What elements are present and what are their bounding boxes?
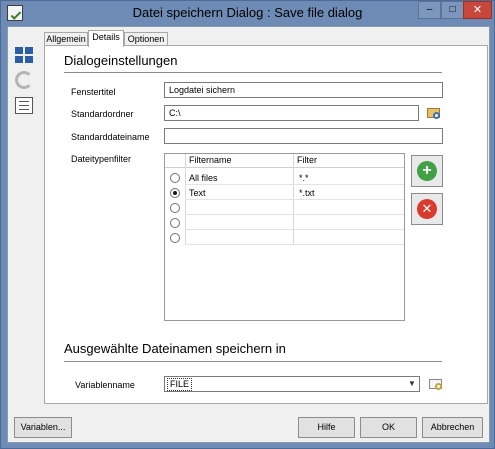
tab-optionen[interactable]: Optionen	[124, 32, 168, 46]
window-title-field[interactable]: Logdatei sichern	[164, 82, 443, 98]
filter-pattern-cell[interactable]: *.*	[299, 173, 309, 183]
cancel-button[interactable]: Abbrechen	[422, 417, 483, 438]
variable-name-dropdown[interactable]: FILE ▼	[164, 376, 420, 392]
maximize-button[interactable]: □	[441, 1, 464, 19]
default-folder-field[interactable]: C:\	[164, 105, 419, 121]
ok-button[interactable]: OK	[360, 417, 417, 438]
title-bar[interactable]: Datei speichern Dialog : Save file dialo…	[1, 1, 494, 25]
dashboard-grid-icon[interactable]	[15, 47, 33, 65]
delete-filter-button[interactable]: ✕	[411, 193, 443, 225]
filetype-filter-label: Dateitypenfilter	[71, 154, 132, 164]
row-divider	[185, 229, 404, 230]
row-divider	[185, 184, 404, 185]
variables-button[interactable]: Variablen...	[14, 417, 72, 438]
column-header-filter[interactable]: Filter	[297, 155, 317, 165]
delete-icon: ✕	[417, 199, 437, 219]
plus-icon: +	[417, 161, 437, 181]
document-list-icon[interactable]	[15, 97, 33, 114]
window-title-label: Fenstertitel	[71, 87, 116, 97]
filter-name-cell[interactable]: All files	[189, 173, 218, 183]
save-target-heading: Ausgewählte Dateinamen speichern in	[64, 341, 286, 356]
row-divider	[185, 244, 404, 245]
add-filter-button[interactable]: +	[411, 155, 443, 187]
column-header-filtername[interactable]: Filtername	[189, 155, 232, 165]
close-button[interactable]: ✕	[463, 1, 492, 19]
tab-allgemein[interactable]: Allgemein	[44, 32, 88, 46]
default-filename-field[interactable]	[164, 128, 443, 144]
row-divider	[185, 199, 404, 200]
filter-grid: Filtername Filter All files *.* Text *.t…	[164, 153, 405, 321]
dialog-settings-heading: Dialogeinstellungen	[64, 53, 178, 68]
filter-row-radio[interactable]	[170, 173, 180, 183]
chevron-down-icon[interactable]: ▼	[405, 377, 419, 391]
heading-divider	[64, 72, 442, 73]
filter-row-radio[interactable]	[170, 218, 180, 228]
heading-divider	[64, 361, 442, 362]
tab-details[interactable]: Details	[88, 30, 124, 47]
filter-row-radio[interactable]	[170, 233, 180, 243]
variable-browse-icon[interactable]	[428, 376, 444, 392]
help-button[interactable]: Hilfe	[298, 417, 355, 438]
refresh-icon[interactable]	[15, 71, 33, 89]
filter-pattern-cell[interactable]: *.txt	[299, 188, 315, 198]
row-divider	[185, 214, 404, 215]
variable-name-label: Variablenname	[75, 380, 135, 390]
dialog-window: Datei speichern Dialog : Save file dialo…	[0, 0, 495, 449]
minimize-button[interactable]: –	[418, 1, 441, 19]
filter-name-cell[interactable]: Text	[189, 188, 206, 198]
default-filename-label: Standarddateiname	[71, 132, 150, 142]
left-toolbar	[8, 27, 41, 404]
filter-row-radio[interactable]	[170, 203, 180, 213]
filter-row-radio[interactable]	[170, 188, 180, 198]
default-folder-label: Standardordner	[71, 109, 134, 119]
filter-grid-header: Filtername Filter	[165, 154, 404, 168]
variable-name-value: FILE	[167, 378, 193, 391]
folder-browse-icon[interactable]	[426, 105, 442, 121]
